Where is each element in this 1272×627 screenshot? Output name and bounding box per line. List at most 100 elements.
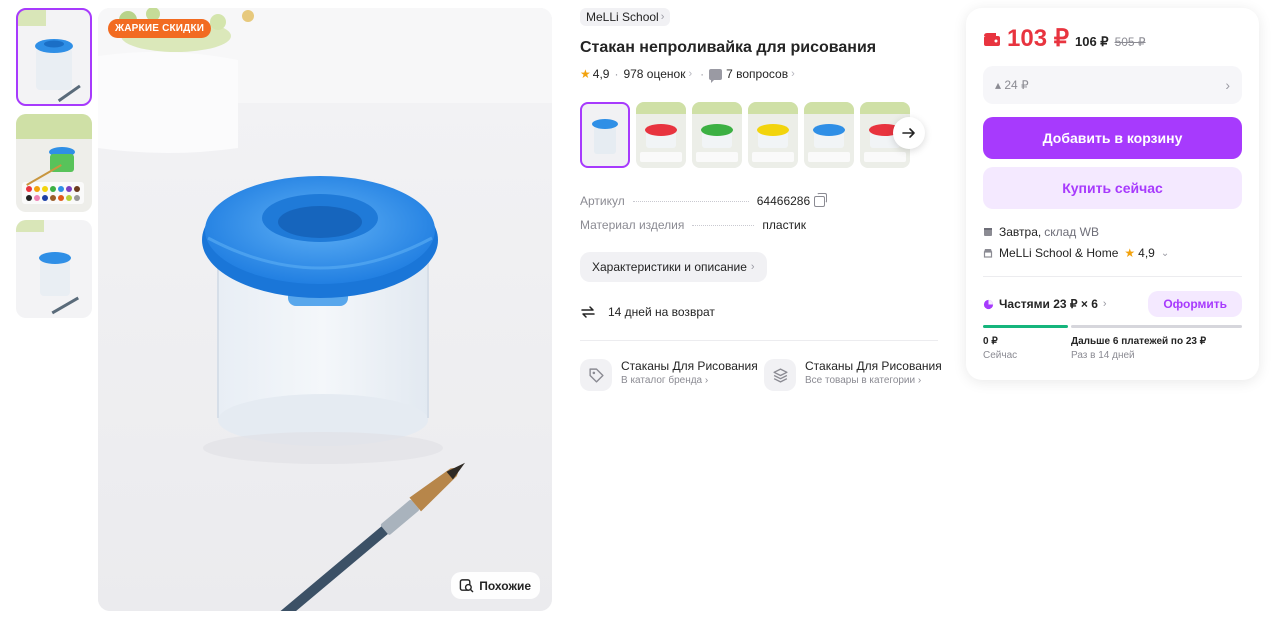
- return-arrows-icon: [581, 306, 595, 318]
- return-text: 14 дней на возврат: [608, 305, 715, 319]
- copy-icon[interactable]: [814, 192, 828, 207]
- add-to-cart-button[interactable]: Добавить в корзину: [983, 117, 1242, 159]
- chevron-right-icon: ›: [791, 68, 795, 80]
- reviews-link[interactable]: 978 оценок: [623, 67, 685, 81]
- installment-now: 0 ₽ Сейчас: [983, 335, 1071, 363]
- main-product-image[interactable]: ЖАРКИЕ СКИДКИ Похожие: [98, 8, 552, 611]
- seller-rating: 4,9: [1138, 246, 1155, 260]
- installment-label: Частями 23 ₽ × 6: [999, 297, 1098, 311]
- chevron-right-icon: ›: [1102, 298, 1107, 310]
- shop-icon: [983, 249, 993, 258]
- product-thumbnail-image: [16, 114, 92, 212]
- now-label: Сейчас: [983, 350, 1018, 361]
- progress-remaining: [1071, 325, 1242, 328]
- discount-hint: ▴ 24 ₽: [995, 78, 1029, 92]
- product-thumbnail-image: [16, 220, 92, 318]
- product-photo: [98, 8, 552, 611]
- spec-dots: [692, 225, 755, 226]
- installment-progress: [983, 325, 1242, 328]
- variant-thumb-3[interactable]: [692, 102, 742, 168]
- spec-row-article: Артикул 64466286: [580, 192, 940, 218]
- similar-search-icon: [459, 579, 474, 593]
- divider: [580, 340, 938, 341]
- box-icon: [984, 228, 992, 236]
- chevron-right-icon: ›: [688, 68, 693, 80]
- thumbnail-list: [16, 8, 92, 326]
- installment-later: Дальше 6 платежей по 23 ₽ Раз в 14 дней: [1071, 335, 1206, 363]
- seller-link[interactable]: MeLLi School & Home ★ 4,9 ⌄: [983, 245, 1242, 261]
- cat-text: Стаканы Для Рисования Все товары в катег…: [805, 359, 948, 388]
- installment-link[interactable]: Частями 23 ₽ × 6 ›: [983, 297, 1107, 311]
- brand-name: MeLLi School: [586, 10, 659, 24]
- variant-thumb-1[interactable]: [580, 102, 630, 168]
- questions-icon: [709, 68, 723, 83]
- variant-thumb-4[interactable]: [748, 102, 798, 168]
- variant-thumb-5[interactable]: [804, 102, 854, 168]
- spec-value: 64466286: [756, 192, 828, 208]
- article-number: 64466286: [756, 194, 811, 208]
- questions-link[interactable]: 7 вопросов: [726, 67, 788, 81]
- similar-label: Похожие: [479, 578, 531, 593]
- rating-value: 4,9: [592, 67, 610, 81]
- spec-row-material: Материал изделия пластик: [580, 218, 940, 242]
- return-policy: 14 дней на возврат: [580, 302, 940, 322]
- promo-badge: ЖАРКИЕ СКИДКИ: [108, 19, 212, 38]
- delivery-info: Завтра, склад WB: [983, 224, 1242, 240]
- layers-icon: [764, 359, 796, 391]
- wallet-icon: [984, 33, 1000, 46]
- price-card: 103 ₽ 106 ₽ 505 ₽ ▴ 24 ₽ › Добавить в ко…: [966, 8, 1259, 380]
- price-row: 103 ₽ 106 ₽ 505 ₽: [983, 24, 1242, 52]
- delivery-warehouse: склад WB: [1044, 225, 1099, 239]
- cat-text: Стаканы Для Рисования В каталог бренда ›: [621, 359, 764, 388]
- spec-dots: [632, 201, 749, 202]
- price-history-box[interactable]: ▴ 24 ₽ ›: [983, 66, 1242, 104]
- seller-name: MeLLi School & Home: [999, 246, 1119, 260]
- specs-list: Артикул 64466286 Материал изделия пласти…: [580, 192, 940, 242]
- gallery-next-button[interactable]: [893, 117, 925, 149]
- now-amount: 0 ₽: [983, 336, 998, 347]
- product-title: Стакан непроливайка для рисования: [580, 39, 877, 56]
- category-catalog-link[interactable]: Стаканы Для Рисования Все товары в катег…: [764, 359, 948, 391]
- pie-chart-icon: [983, 299, 994, 309]
- star-icon: ★: [1124, 246, 1136, 260]
- regular-price: 106 ₽: [1074, 34, 1109, 49]
- spec-key: Материал изделия: [580, 218, 685, 232]
- tag-icon: [580, 359, 612, 391]
- chevron-right-icon: ›: [750, 261, 755, 273]
- variant-image: [748, 102, 798, 168]
- variant-image: [636, 102, 686, 168]
- thumbnail-2[interactable]: [16, 114, 92, 212]
- product-info: MeLLi School › Стакан непроливайка для ри…: [580, 8, 942, 391]
- catalog-link-title: Стаканы Для Рисования: [621, 359, 758, 373]
- delivery-day: Завтра,: [999, 225, 1042, 239]
- variant-image: [580, 102, 630, 168]
- catalog-link-subtitle: В каталог бренда ›: [621, 375, 709, 386]
- arrow-right-icon: [902, 128, 915, 138]
- installment-apply-button[interactable]: Оформить: [1148, 291, 1242, 317]
- variant-image: [804, 102, 854, 168]
- installment-details: 0 ₽ Сейчас Дальше 6 платежей по 23 ₽ Раз…: [983, 335, 1242, 363]
- brand-catalog-link[interactable]: Стаканы Для Рисования В каталог бренда ›: [580, 359, 764, 391]
- rating-row: ★ 4,9 · 978 оценок › · 7 вопросов ›: [580, 66, 940, 83]
- wallet-price: 103 ₽: [1007, 25, 1069, 52]
- installment-row: Частями 23 ₽ × 6 › Оформить: [983, 291, 1242, 317]
- variant-thumb-2[interactable]: [636, 102, 686, 168]
- brand-link[interactable]: MeLLi School ›: [580, 8, 671, 26]
- catalog-link-title: Стаканы Для Рисования: [805, 359, 942, 373]
- progress-paid: [983, 325, 1068, 328]
- star-icon: ★: [580, 67, 591, 81]
- divider: [983, 276, 1242, 277]
- variant-image: [692, 102, 742, 168]
- old-price: 505 ₽: [1114, 35, 1146, 49]
- thumbnail-1[interactable]: [16, 8, 92, 106]
- characteristics-button[interactable]: Характеристики и описание ›: [580, 252, 767, 282]
- chevron-right-icon: ›: [1225, 77, 1230, 93]
- buy-now-button[interactable]: Купить сейчас: [983, 167, 1242, 209]
- product-thumbnail-image: [16, 8, 92, 106]
- later-amount: Дальше 6 платежей по 23 ₽: [1071, 336, 1207, 347]
- thumbnail-3[interactable]: [16, 220, 92, 318]
- chevron-down-icon: ⌄: [1160, 247, 1170, 259]
- color-variants-gallery: [580, 102, 940, 168]
- similar-button[interactable]: Похожие: [451, 572, 540, 599]
- separator-dot: ·: [614, 67, 619, 81]
